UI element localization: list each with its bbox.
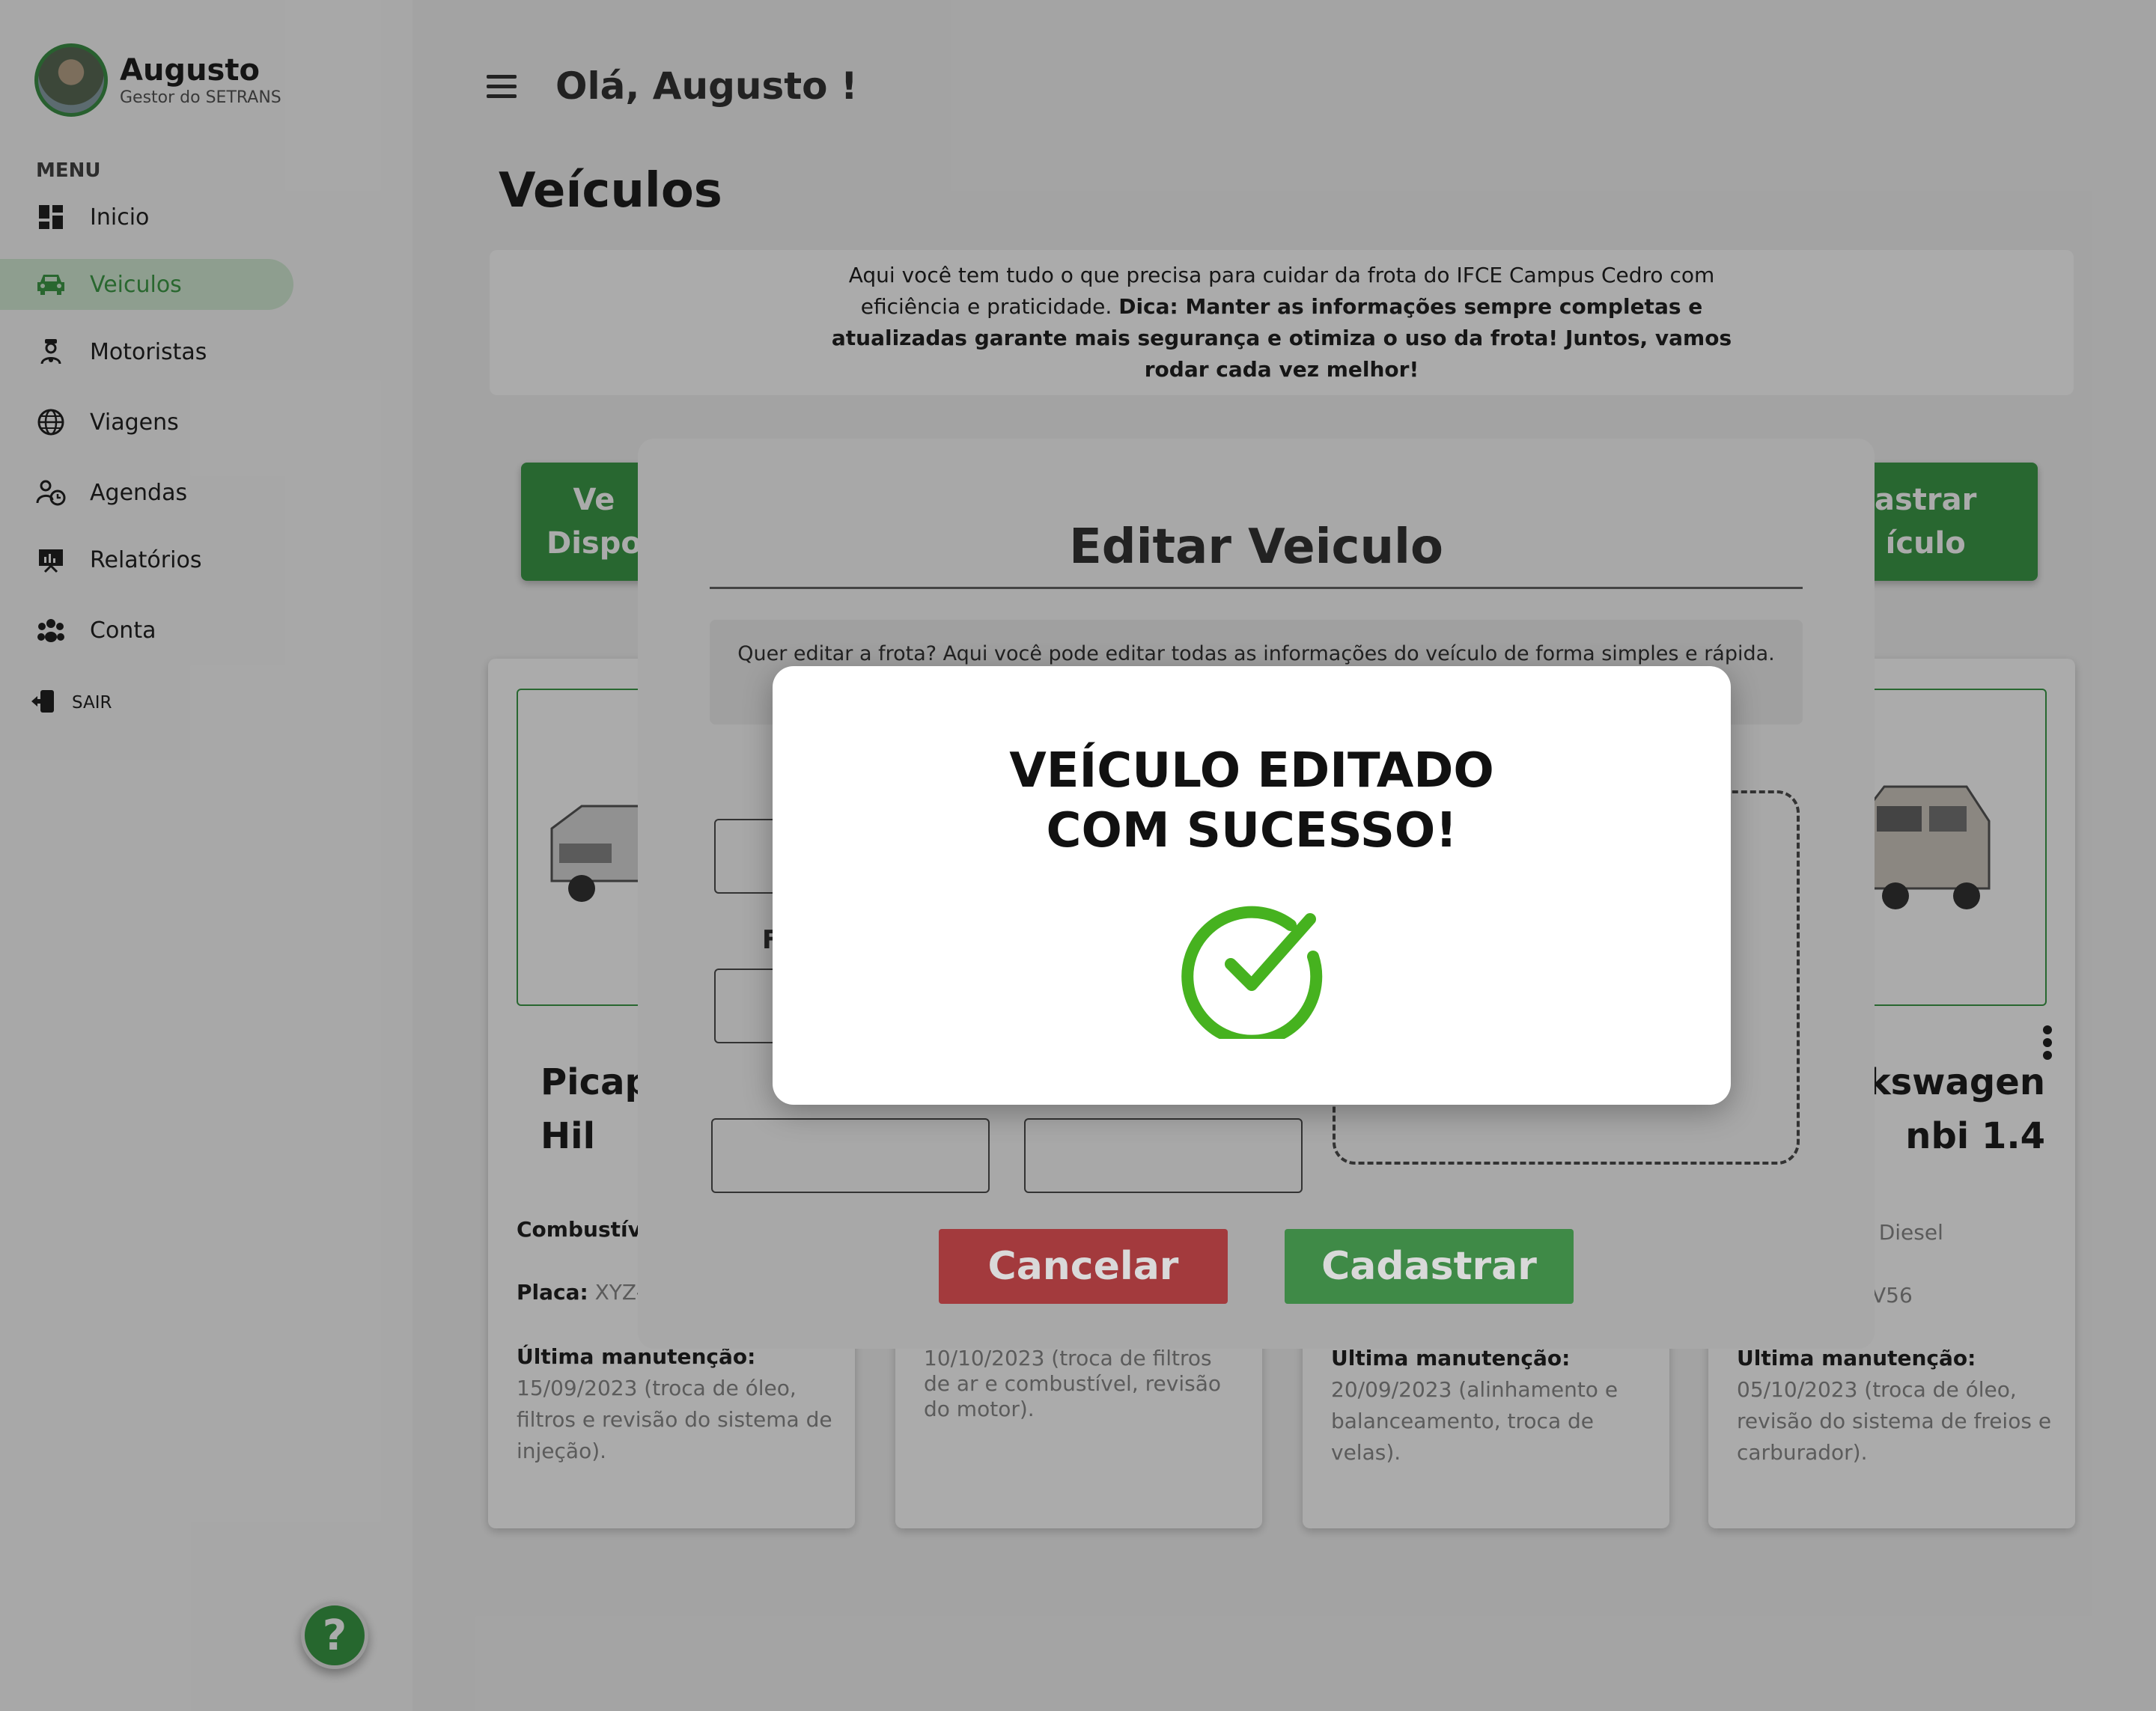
vehicle-field-3[interactable] (711, 1118, 990, 1193)
divider (710, 587, 1803, 589)
vehicle-field-4[interactable] (1024, 1118, 1303, 1193)
cancel-button[interactable]: Cancelar (939, 1229, 1228, 1304)
success-check-icon (1181, 906, 1323, 1039)
modal-title: Editar Veiculo (1069, 519, 1443, 575)
submit-button[interactable]: Cadastrar (1285, 1229, 1574, 1304)
success-dialog: VEÍCULO EDITADO COM SUCESSO! (773, 666, 1731, 1105)
success-message: VEÍCULO EDITADO COM SUCESSO! (1009, 743, 1494, 858)
